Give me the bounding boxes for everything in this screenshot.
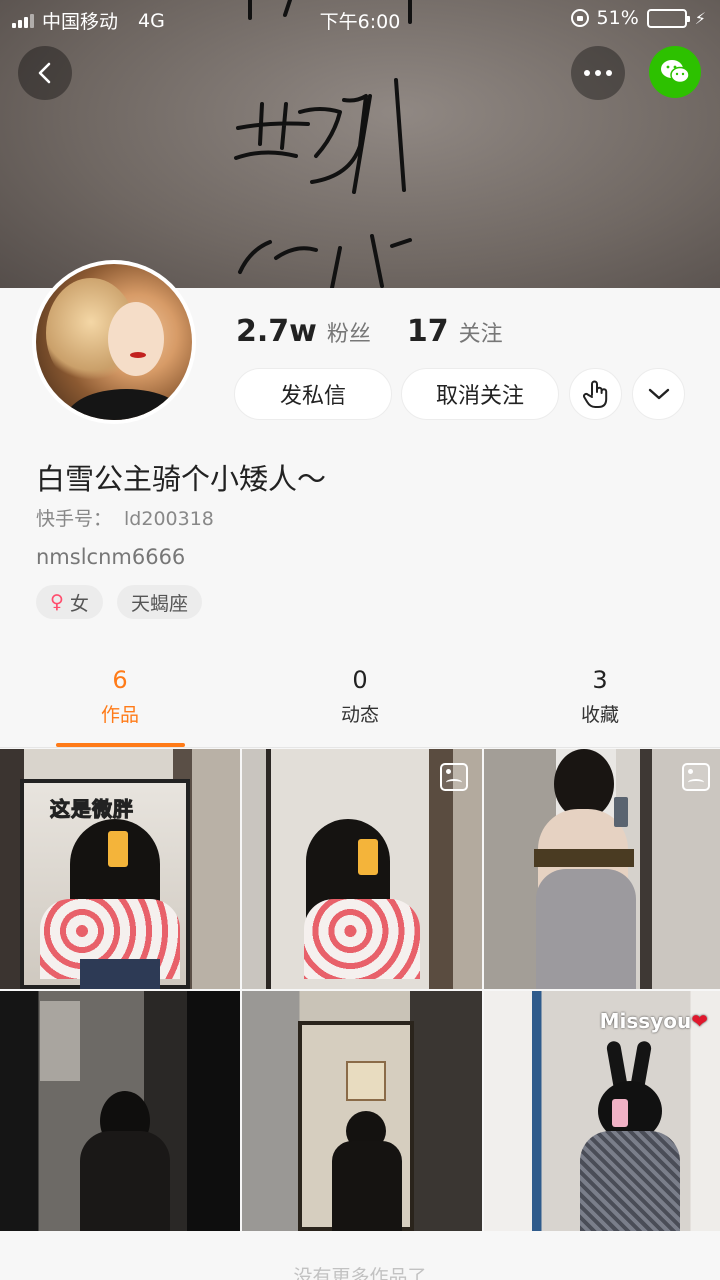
kuaishou-id[interactable]: 快手号： ld200318	[36, 504, 214, 531]
nickname: 白雪公主骑个小矮人～	[36, 462, 327, 496]
tab-moments[interactable]: 0 动态	[240, 648, 480, 747]
id-label: 快手号：	[36, 508, 113, 530]
moments-count: 0	[352, 666, 368, 694]
post-thumbnail[interactable]	[242, 991, 482, 1231]
profile-tags: ♀ 女 天蝎座	[36, 585, 202, 619]
status-bar: 中国移动 4G 下午6:00 51% ⚡	[0, 0, 720, 40]
more-button[interactable]	[571, 46, 625, 100]
wechat-share-button[interactable]	[649, 46, 701, 98]
unfollow-button[interactable]: 取消关注	[401, 368, 559, 420]
zodiac-tag: 天蝎座	[116, 585, 202, 619]
send-message-button[interactable]: 发私信	[234, 368, 392, 420]
battery-percent: 51%	[596, 7, 639, 29]
post-thumbnail[interactable]	[0, 991, 240, 1231]
favorites-label: 收藏	[580, 704, 619, 726]
profile-tabs: 6 作品 0 动态 3 收藏	[0, 648, 720, 748]
favorites-count: 3	[592, 666, 608, 694]
tab-favorites[interactable]: 3 收藏	[480, 648, 720, 747]
avatar[interactable]	[32, 260, 196, 424]
works-count: 6	[112, 666, 128, 694]
back-arrow-icon	[38, 62, 51, 84]
posts-grid: 这是微胖 Missyou❤	[0, 749, 720, 1231]
post-thumbnail[interactable]: 这是微胖	[0, 749, 240, 989]
gender-label: 女	[69, 592, 89, 615]
handwriting-graphic	[234, 0, 412, 288]
heart-icon: ❤	[691, 1009, 708, 1033]
bio-text: nmslcnm6666	[36, 545, 186, 569]
post-thumbnail[interactable]: Missyou❤	[484, 991, 720, 1231]
post-caption: Missyou❤	[599, 1009, 708, 1033]
album-icon	[682, 763, 710, 791]
post-thumbnail[interactable]	[242, 749, 482, 989]
chevron-down-icon	[648, 388, 669, 400]
rotation-lock-icon	[570, 9, 589, 27]
profile-stats: 2.7w 粉丝 17 关注	[236, 314, 529, 349]
fans-label[interactable]: 粉丝	[327, 316, 371, 348]
following-count[interactable]: 17	[407, 314, 449, 349]
album-icon	[440, 763, 468, 791]
female-icon: ♀	[50, 591, 64, 613]
greet-button[interactable]	[569, 368, 622, 420]
fans-count[interactable]: 2.7w	[236, 314, 317, 349]
cover-photo	[0, 0, 720, 288]
works-label: 作品	[100, 704, 139, 726]
post-sticker-text: 这是微胖	[50, 797, 134, 822]
more-dots-icon	[584, 70, 612, 76]
id-value: ld200318	[124, 508, 214, 530]
back-button[interactable]	[18, 46, 72, 100]
wechat-icon	[661, 60, 690, 84]
gender-tag: ♀ 女	[36, 585, 103, 619]
hand-tap-icon	[582, 380, 607, 408]
tab-works[interactable]: 6 作品	[0, 648, 240, 747]
no-more-works-text: 没有更多作品了	[293, 1266, 427, 1280]
zodiac-label: 天蝎座	[130, 592, 188, 615]
active-tab-indicator	[56, 743, 185, 747]
battery-icon	[646, 8, 690, 28]
moments-label: 动态	[340, 704, 379, 726]
following-label[interactable]: 关注	[459, 316, 503, 348]
post-thumbnail[interactable]	[484, 749, 720, 989]
charging-icon: ⚡	[694, 8, 706, 28]
expand-button[interactable]	[632, 368, 685, 420]
